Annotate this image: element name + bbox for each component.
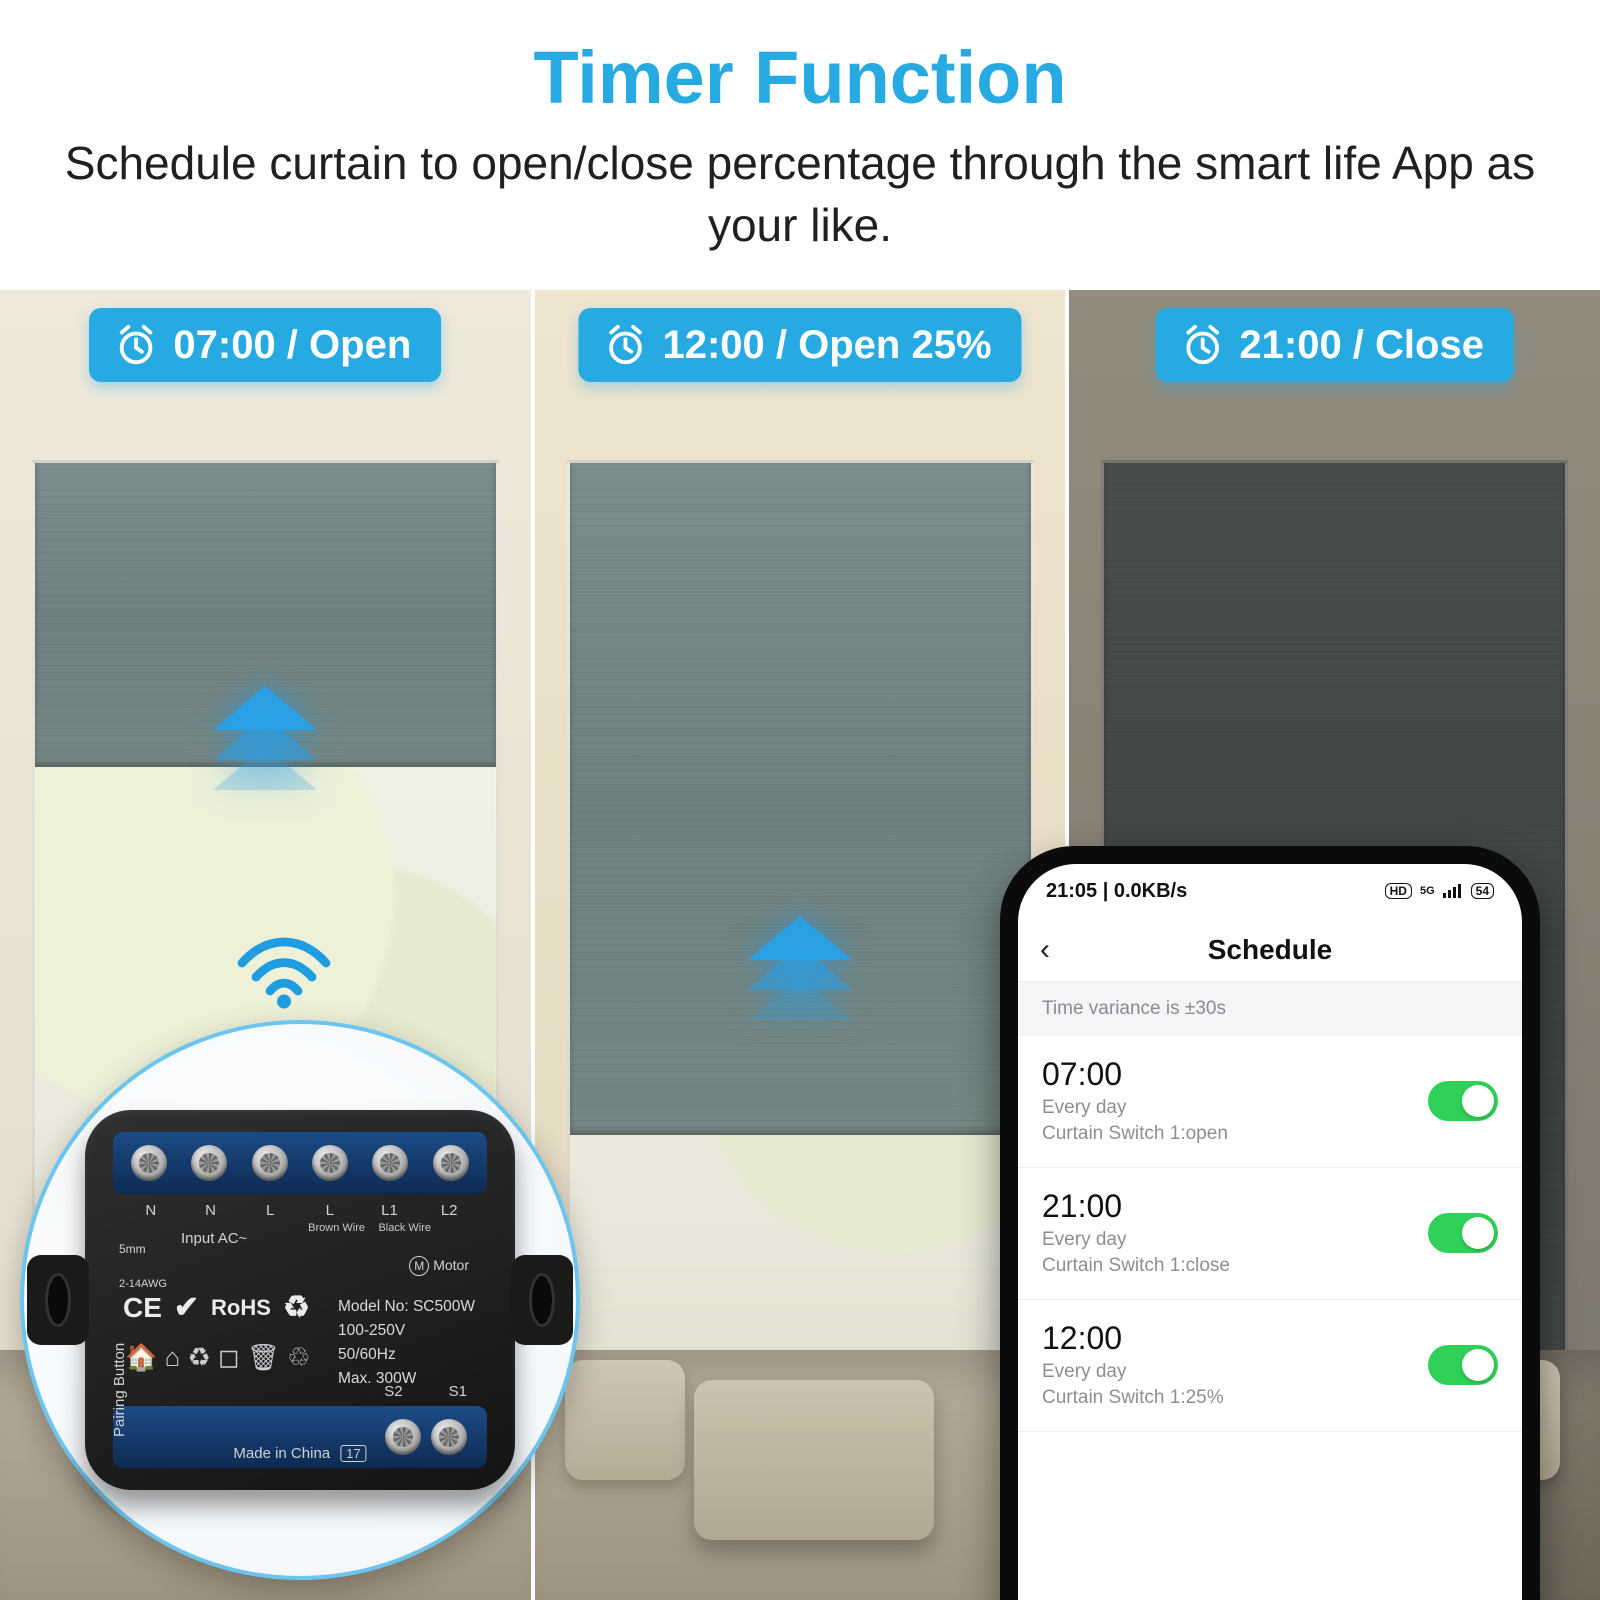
pairing-button-label: Pairing Button — [111, 1343, 128, 1437]
time-badge: 07:00 / Open — [89, 308, 441, 382]
certification-row: CE ✔ RoHS ♻ — [123, 1290, 310, 1325]
alarm-clock-icon — [1179, 322, 1225, 368]
schedule-item[interactable]: 07:00 Every day Curtain Switch 1:open — [1018, 1036, 1522, 1168]
wifi-icon — [229, 928, 339, 1012]
terminal-label: L — [300, 1202, 360, 1219]
spec-line: 50/60Hz — [338, 1343, 475, 1367]
terminal-label: L1 — [360, 1202, 420, 1219]
toggle-switch[interactable] — [1428, 1213, 1498, 1253]
time-badge-label: 12:00 / Open 25% — [662, 323, 991, 368]
strip-length-label: 5mm — [119, 1242, 146, 1256]
ce-mark: CE — [123, 1292, 162, 1324]
terminal-screw — [252, 1145, 288, 1181]
terminal-block-top — [113, 1132, 487, 1194]
scene-noon: 12:00 / Open 25% — [535, 290, 1070, 1600]
header: Timer Function Schedule curtain to open/… — [0, 0, 1600, 256]
spec-line: Model No: SC500W — [338, 1295, 475, 1319]
device-bubble: N N L L L1 L2 Input AC~ Brown Wire Black… — [20, 1020, 580, 1580]
terminal-screw — [385, 1419, 421, 1455]
signal-icon — [1443, 884, 1463, 898]
variance-note: Time variance is ±30s — [1018, 982, 1522, 1036]
relay-module: N N L L L1 L2 Input AC~ Brown Wire Black… — [85, 1110, 515, 1490]
motor-label: MMotor — [409, 1256, 469, 1276]
rohs-mark: RoHS — [211, 1295, 271, 1321]
back-icon[interactable]: ‹ — [1040, 933, 1050, 967]
terminal-label: S2 — [384, 1383, 402, 1400]
alarm-clock-icon — [113, 322, 159, 368]
toggle-switch[interactable] — [1428, 1081, 1498, 1121]
brown-wire-label: Brown Wire — [308, 1222, 365, 1235]
terminal-screw — [191, 1145, 227, 1181]
s-terminal-labels: S2 S1 — [384, 1383, 467, 1400]
alarm-clock-icon — [602, 322, 648, 368]
time-badge: 21:00 / Close — [1155, 308, 1514, 382]
made-in-label: Made in China 17 — [233, 1445, 366, 1462]
network-type: 5G — [1420, 885, 1435, 897]
page-subtitle: Schedule curtain to open/close percentag… — [50, 132, 1550, 256]
schedule-time: 12:00 — [1042, 1320, 1224, 1357]
blind — [570, 463, 1031, 1135]
status-indicators: HD 5G 54 — [1385, 883, 1494, 899]
terminal-screw — [433, 1145, 469, 1181]
cushion — [565, 1360, 685, 1480]
status-time: 21:05 | 0.0KB/s — [1046, 880, 1187, 903]
mount-ear — [511, 1255, 573, 1345]
device-specs: Model No: SC500W 100-250V 50/60Hz Max. 3… — [338, 1295, 475, 1391]
terminal-label: S1 — [449, 1383, 467, 1400]
black-wire-label: Black Wire — [378, 1222, 431, 1235]
terminal-label: N — [181, 1202, 241, 1219]
terminal-screw — [431, 1419, 467, 1455]
page-title: Timer Function — [0, 35, 1600, 120]
battery-icon: 54 — [1471, 883, 1494, 899]
schedule-repeat: Every day — [1042, 1097, 1228, 1119]
screen-title: Schedule — [1208, 934, 1332, 966]
arrow-up-icon — [748, 930, 852, 1020]
schedule-time: 21:00 — [1042, 1188, 1230, 1225]
hd-icon: HD — [1385, 883, 1412, 899]
schedule-time: 07:00 — [1042, 1056, 1228, 1093]
schedule-repeat: Every day — [1042, 1361, 1224, 1383]
terminal-labels: N N L L L1 L2 — [121, 1202, 479, 1219]
schedule-item[interactable]: 12:00 Every day Curtain Switch 1:25% — [1018, 1300, 1522, 1432]
compliance-icons: 🏠 ⌂ ♻ ◻ 🗑 ♲ — [125, 1342, 310, 1373]
terminal-screw — [312, 1145, 348, 1181]
schedule-item[interactable]: 21:00 Every day Curtain Switch 1:close — [1018, 1168, 1522, 1300]
arrow-up-icon — [213, 700, 317, 790]
phone-screen: 21:05 | 0.0KB/s HD 5G 54 ‹ Schedule Time… — [1018, 864, 1522, 1600]
terminal-screw — [131, 1145, 167, 1181]
time-badge-label: 07:00 / Open — [173, 323, 411, 368]
spec-line: 100-250V — [338, 1319, 475, 1343]
phone-mockup: 21:05 | 0.0KB/s HD 5G 54 ‹ Schedule Time… — [1000, 846, 1540, 1600]
terminal-label: L — [240, 1202, 300, 1219]
input-label: Input AC~ — [181, 1230, 247, 1248]
time-badge: 12:00 / Open 25% — [578, 308, 1021, 382]
terminal-label: N — [121, 1202, 181, 1219]
schedule-action: Curtain Switch 1:close — [1042, 1255, 1230, 1277]
schedule-action: Curtain Switch 1:open — [1042, 1123, 1228, 1145]
toggle-switch[interactable] — [1428, 1345, 1498, 1385]
status-bar: 21:05 | 0.0KB/s HD 5G 54 — [1018, 864, 1522, 918]
schedule-repeat: Every day — [1042, 1229, 1230, 1251]
terminal-label: L2 — [419, 1202, 479, 1219]
mount-ear — [27, 1255, 89, 1345]
time-badge-label: 21:00 / Close — [1239, 323, 1484, 368]
lot-code: 17 — [340, 1445, 366, 1462]
marketing-graphic: Timer Function Schedule curtain to open/… — [0, 0, 1600, 1600]
title-bar: ‹ Schedule — [1018, 918, 1522, 982]
terminal-screw — [372, 1145, 408, 1181]
schedule-action: Curtain Switch 1:25% — [1042, 1387, 1224, 1409]
ottoman — [694, 1380, 934, 1540]
